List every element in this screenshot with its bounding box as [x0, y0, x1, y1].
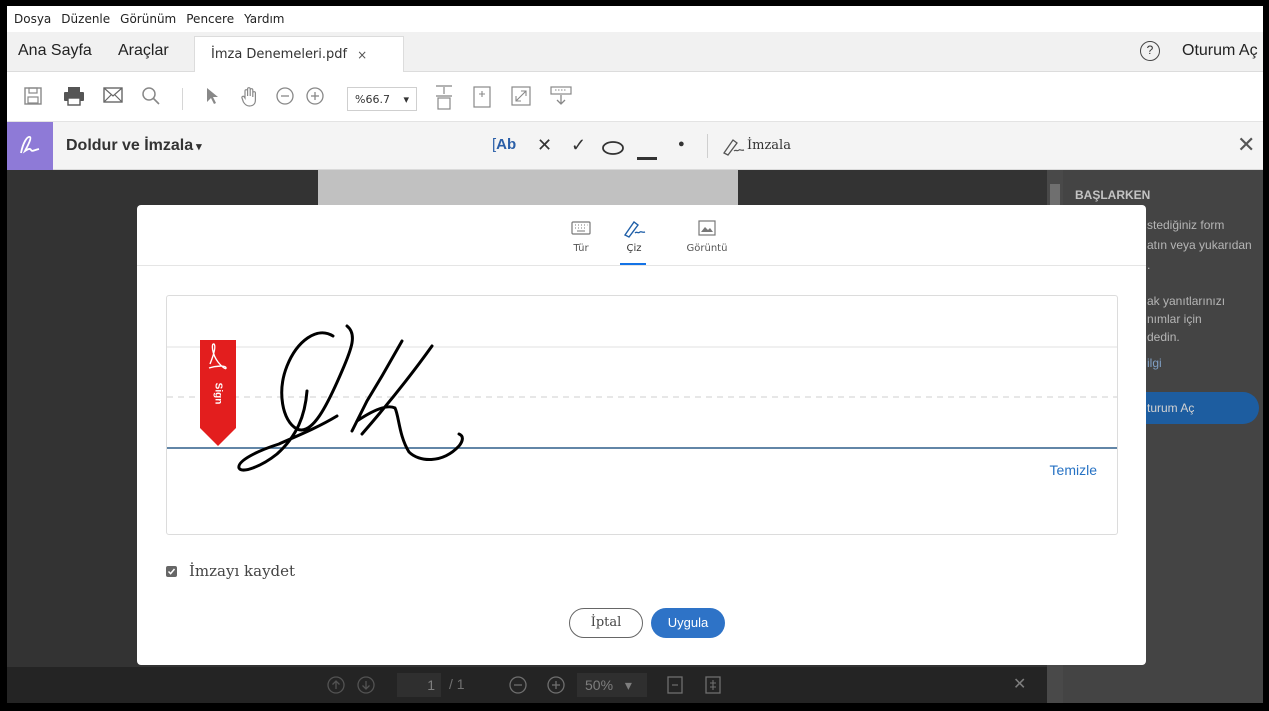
image-icon [682, 217, 732, 239]
apply-button[interactable]: Uygula [651, 608, 725, 638]
zoom-value: %66.7 [355, 92, 390, 106]
tab-document-label: İmza Denemeleri.pdf [211, 47, 348, 62]
add-text-label: Ab [496, 136, 517, 153]
hand-tool-icon[interactable] [239, 86, 261, 108]
tab-document[interactable]: İmza Denemeleri.pdf × [194, 36, 404, 72]
zoom-out-icon[interactable] [275, 86, 295, 106]
clear-signature-link[interactable]: Temizle [1050, 462, 1097, 478]
modal-divider [137, 265, 1146, 266]
email-icon[interactable] [103, 86, 123, 104]
close-fill-sign-icon[interactable]: ✕ [1237, 132, 1255, 158]
tab-image[interactable]: Görüntü [682, 217, 732, 254]
tab-type-label: Tür [573, 243, 589, 254]
help-icon[interactable]: ? [1140, 41, 1160, 61]
fit-page-icon[interactable] [435, 84, 453, 110]
signature-dialog: Tür Çiz Görüntü Sign Temizle İmzayı kayd… [137, 205, 1146, 665]
chevron-down-icon: ▾ [403, 92, 409, 106]
select-cursor-icon[interactable] [205, 86, 219, 106]
tab-draw-label: Çiz [626, 243, 642, 254]
main-toolbar: %66.7 ▾ [7, 72, 1263, 122]
menu-help[interactable]: Yardım [243, 10, 285, 28]
tab-tools[interactable]: Araçlar [118, 42, 169, 60]
tab-close-icon[interactable]: × [357, 48, 367, 62]
sign-flag-label: Sign [212, 382, 224, 405]
fill-sign-logo-icon [7, 122, 53, 170]
chevron-down-icon: ▾ [196, 141, 202, 153]
read-mode-icon[interactable] [550, 85, 572, 107]
zoom-in-icon[interactable] [305, 86, 325, 106]
fill-sign-separator [707, 134, 708, 158]
menu-view[interactable]: Görünüm [119, 10, 177, 28]
add-text-tool[interactable]: [Ab [492, 136, 516, 153]
menu-edit[interactable]: Düzenle [60, 10, 111, 28]
save-icon[interactable] [23, 86, 43, 106]
tab-type[interactable]: Tür [561, 217, 601, 254]
print-icon[interactable] [63, 86, 85, 106]
rotate-view-icon[interactable] [473, 86, 491, 108]
toolbar-separator [182, 88, 183, 110]
circle-tool-icon[interactable] [602, 139, 624, 160]
tab-bar: Ana Sayfa Araçlar İmza Denemeleri.pdf × … [7, 32, 1263, 72]
dot-tool-icon[interactable]: ● [678, 138, 685, 150]
checkmark-tool-icon[interactable]: ✓ [571, 135, 586, 156]
menu-bar: Dosya Düzenle Görünüm Pencere Yardım [7, 6, 1263, 32]
zoom-select[interactable]: %66.7 ▾ [347, 87, 417, 111]
cross-tool-icon[interactable]: ✕ [537, 135, 552, 156]
menu-file[interactable]: Dosya [13, 10, 52, 28]
signature-canvas[interactable]: Sign Temizle [166, 295, 1118, 535]
sign-in-link[interactable]: Oturum Aç [1182, 42, 1258, 60]
fill-sign-title[interactable]: Doldur ve İmzala ▾ [66, 137, 202, 155]
save-signature-row[interactable]: İmzayı kaydet [166, 562, 295, 580]
tab-image-label: Görüntü [686, 243, 728, 254]
tab-home[interactable]: Ana Sayfa [18, 42, 92, 60]
pen-draw-icon [614, 217, 654, 239]
fullscreen-icon[interactable] [511, 86, 531, 106]
save-signature-checkbox[interactable] [166, 565, 177, 577]
fill-sign-toolbar: Doldur ve İmzala ▾ [Ab ✕ ✓ ● İmzala ✕ [7, 122, 1263, 170]
sign-here-flag: Sign [200, 340, 236, 446]
fill-sign-title-label: Doldur ve İmzala [66, 137, 194, 154]
sign-label[interactable]: İmzala [747, 138, 791, 153]
search-icon[interactable] [141, 86, 161, 106]
cancel-button[interactable]: İptal [569, 608, 643, 638]
acrobat-window: Dosya Düzenle Görünüm Pencere Yardım Ana… [7, 6, 1263, 703]
tab-draw[interactable]: Çiz [614, 217, 654, 254]
signature-drawing [167, 324, 1117, 472]
menu-window[interactable]: Pencere [185, 10, 235, 28]
keyboard-icon [561, 217, 601, 239]
sign-pen-icon[interactable] [721, 136, 745, 161]
save-signature-label: İmzayı kaydet [189, 562, 296, 580]
line-tool-icon[interactable] [637, 145, 657, 166]
